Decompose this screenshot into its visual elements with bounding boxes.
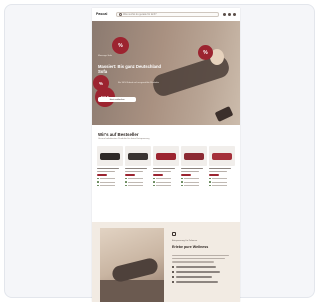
product-feature <box>125 177 151 180</box>
product-description <box>153 171 172 173</box>
product-title[interactable] <box>153 168 176 170</box>
promo-image-sofa <box>100 280 164 302</box>
promo-feature-list <box>172 266 232 286</box>
product-card[interactable] <box>153 146 179 206</box>
cart-icon[interactable] <box>233 12 236 16</box>
search-placeholder: Was suchst du gerade für dich? <box>123 12 157 16</box>
product-image[interactable] <box>153 146 179 166</box>
product-feature <box>125 184 151 187</box>
product-description <box>181 171 200 173</box>
promo-kicker: Entspannung für Zuhause <box>172 240 198 242</box>
promo-section: Entspannung für Zuhause Erlebe pure Well… <box>92 222 240 302</box>
product-feature <box>181 177 207 180</box>
product-feature <box>209 184 235 187</box>
product-feature <box>209 177 235 180</box>
hero-title: Massiert: Bis ganz Deutschland Sofa <box>98 64 162 75</box>
feature-item <box>172 271 232 273</box>
product-feature <box>181 184 207 187</box>
product-image[interactable] <box>181 146 207 166</box>
promo-title: Erlebe pure Wellness <box>172 245 209 249</box>
product-title[interactable] <box>209 168 232 170</box>
product-feature <box>125 181 151 183</box>
product-description <box>209 171 228 173</box>
header-icons <box>223 12 236 16</box>
hero-subtitle: Bis 30% Rabatt auf ausgewählte Produkte <box>118 82 159 84</box>
product-price <box>153 174 164 176</box>
product-card[interactable] <box>97 146 123 206</box>
wishlist-icon[interactable] <box>228 12 231 16</box>
product-grid <box>97 146 235 206</box>
product-price <box>97 174 108 176</box>
hero-cta-button[interactable]: Jetzt entdecken <box>98 97 136 102</box>
product-feature <box>209 181 235 183</box>
product-title[interactable] <box>97 168 120 170</box>
product-feature <box>97 184 123 187</box>
product-feature <box>153 181 179 183</box>
hero-banner[interactable]: % % % SALE Massage-Sale Massiert: Bis ga… <box>92 21 240 125</box>
product-price <box>209 174 220 176</box>
feature-item <box>172 281 232 283</box>
hero-kicker: Massage-Sale <box>98 55 112 57</box>
product-feature <box>97 177 123 180</box>
hero-image-device <box>214 106 234 122</box>
product-card[interactable] <box>125 146 151 206</box>
product-price <box>125 174 136 176</box>
product-card[interactable] <box>209 146 235 206</box>
feature-item <box>172 266 232 268</box>
product-feature <box>153 177 179 180</box>
account-icon[interactable] <box>223 12 226 16</box>
product-description <box>97 171 116 173</box>
web-page: Pascal Was suchst du gerade für dich? % … <box>92 8 240 302</box>
product-feature <box>153 184 179 187</box>
product-title[interactable] <box>125 168 148 170</box>
discount-badge: % <box>198 45 213 60</box>
promo-image <box>100 228 164 302</box>
bestsellers-subtitle: Unsere beliebtesten Produkte für deine E… <box>98 138 150 140</box>
product-card[interactable] <box>181 146 207 206</box>
promo-text <box>172 255 232 265</box>
product-price <box>181 174 192 176</box>
feature-icon <box>172 232 176 236</box>
product-feature <box>97 181 123 183</box>
product-image[interactable] <box>209 146 235 166</box>
search-input[interactable]: Was suchst du gerade für dich? <box>116 11 219 17</box>
product-feature <box>181 181 207 183</box>
search-icon <box>119 12 122 16</box>
site-logo[interactable]: Pascal <box>96 12 112 16</box>
discount-badge: % <box>112 37 129 54</box>
site-header: Pascal Was suchst du gerade für dich? <box>92 8 240 20</box>
product-description <box>125 171 144 173</box>
product-image[interactable] <box>125 146 151 166</box>
feature-item <box>172 276 232 278</box>
product-title[interactable] <box>181 168 204 170</box>
product-image[interactable] <box>97 146 123 166</box>
bestsellers-title: Wir's auf Bestseller <box>98 132 139 137</box>
